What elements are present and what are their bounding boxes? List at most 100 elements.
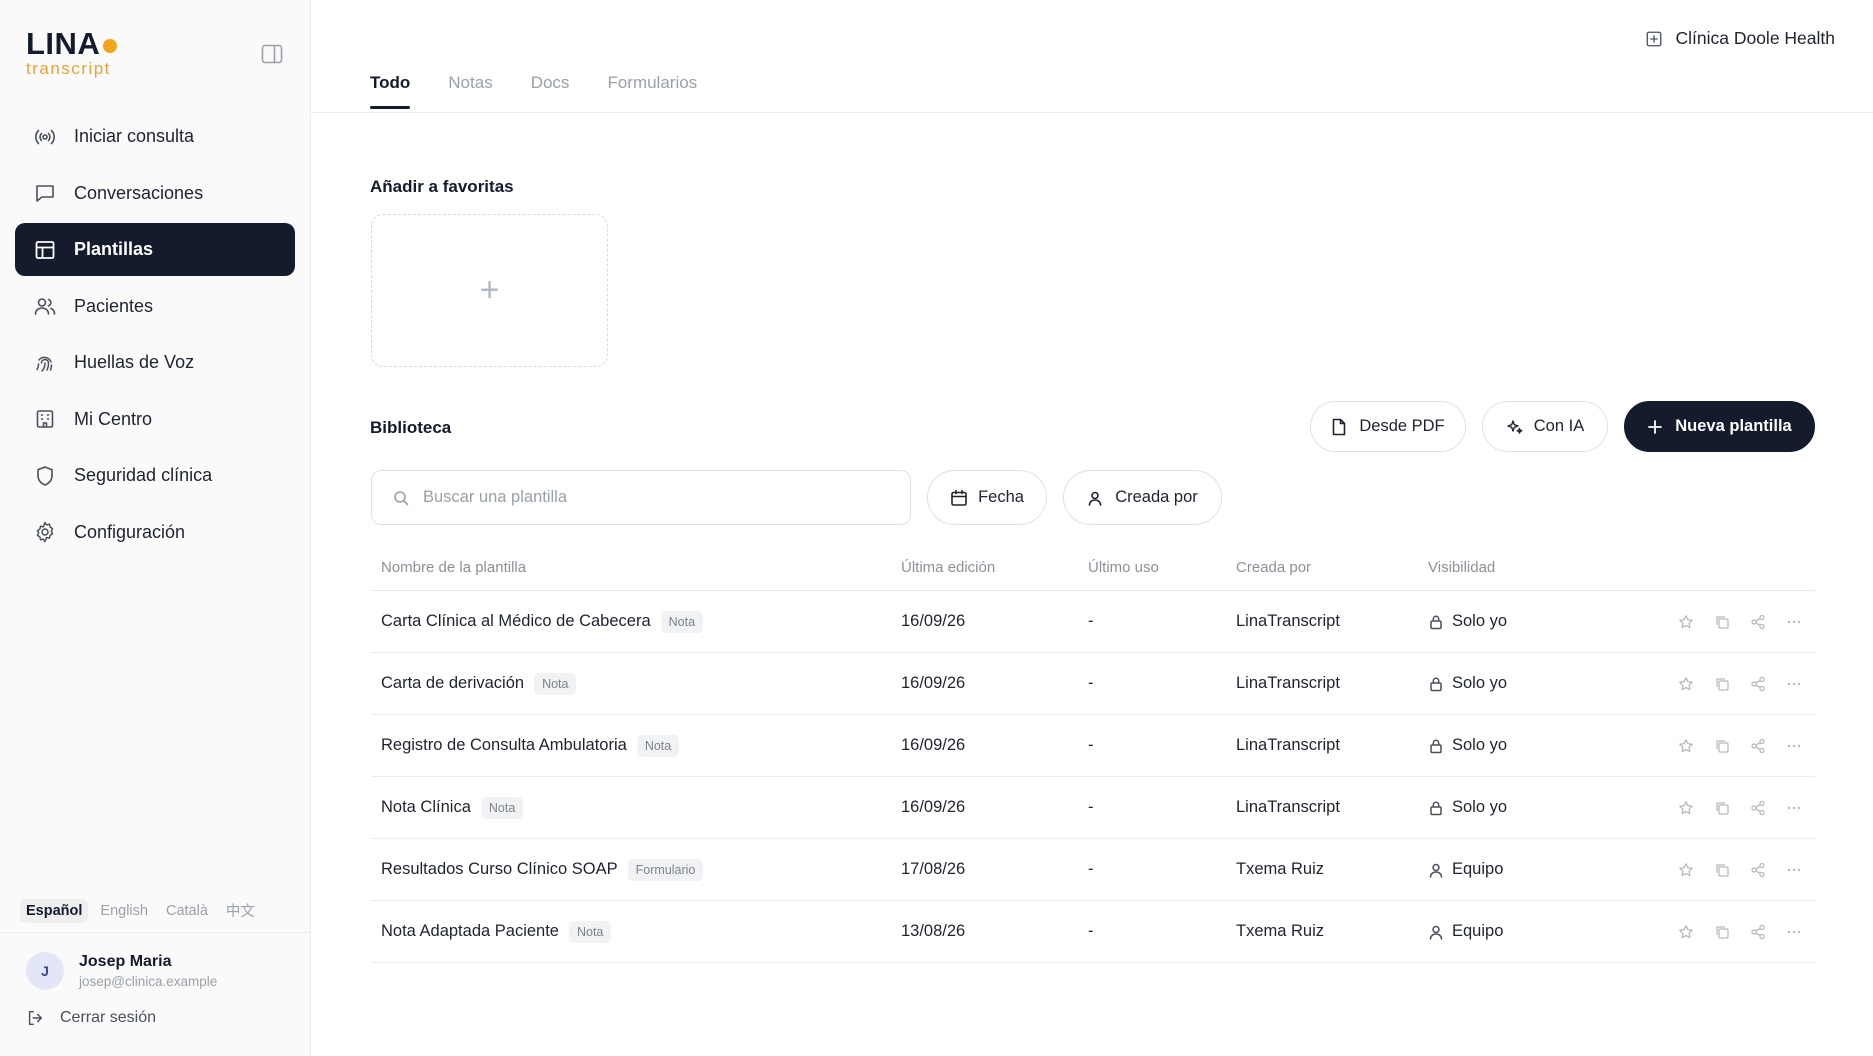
more-icon[interactable] xyxy=(1783,735,1805,757)
copy-icon[interactable] xyxy=(1711,921,1733,943)
file-icon xyxy=(1331,418,1349,436)
with-ai-button[interactable]: Con IA xyxy=(1482,401,1608,452)
column-header-created-by[interactable]: Creada por xyxy=(1236,559,1428,576)
date-filter-button[interactable]: Fecha xyxy=(927,470,1047,525)
copy-icon[interactable] xyxy=(1711,673,1733,695)
sidebar-collapse-icon[interactable] xyxy=(261,44,283,64)
sidebar-item-label: Pacientes xyxy=(74,295,154,316)
visibility-cell: Solo yo xyxy=(1428,674,1628,693)
copy-icon[interactable] xyxy=(1711,735,1733,757)
logout-button[interactable]: Cerrar sesión xyxy=(26,1008,156,1028)
date-filter-label: Fecha xyxy=(978,488,1024,506)
column-header-name[interactable]: Nombre de la plantilla xyxy=(371,559,901,576)
column-header-visibility[interactable]: Visibilidad xyxy=(1428,559,1628,576)
more-icon[interactable] xyxy=(1783,859,1805,881)
template-name: Carta Clínica al Médico de Cabecera xyxy=(381,612,651,630)
share-icon[interactable] xyxy=(1747,921,1769,943)
brand-logo[interactable]: LINA transcript xyxy=(26,28,118,77)
star-icon[interactable] xyxy=(1675,859,1697,881)
sidebar-item-iniciar-consulta[interactable]: Iniciar consulta xyxy=(15,110,295,163)
star-icon[interactable] xyxy=(1675,735,1697,757)
lang-en[interactable]: English xyxy=(94,899,154,923)
copy-icon[interactable] xyxy=(1711,611,1733,633)
type-badge: Nota xyxy=(636,734,680,757)
lang-es[interactable]: Español xyxy=(20,898,89,923)
visibility-label: Solo yo xyxy=(1452,612,1508,630)
tab-docs[interactable]: Docs xyxy=(531,73,570,108)
share-icon[interactable] xyxy=(1747,673,1769,695)
last-edit-cell: 16/09/26 xyxy=(901,736,966,754)
tab-notas[interactable]: Notas xyxy=(448,73,492,108)
table-row[interactable]: Resultados Curso Clínico SOAP Formulario… xyxy=(371,839,1815,901)
star-icon[interactable] xyxy=(1675,611,1697,633)
search-placeholder: Buscar una plantilla xyxy=(423,488,568,506)
table-row[interactable]: Nota Clínica Nota 16/09/26 - LinaTranscr… xyxy=(371,777,1815,839)
template-name-cell[interactable]: Nota Adaptada Paciente Nota xyxy=(371,920,901,943)
template-name-cell[interactable]: Resultados Curso Clínico SOAP Formulario xyxy=(371,858,901,881)
search-icon xyxy=(393,490,409,506)
table-row[interactable]: Carta Clínica al Médico de Cabecera Nota… xyxy=(371,591,1815,653)
logout-icon xyxy=(26,1008,46,1028)
table-row[interactable]: Registro de Consulta Ambulatoria Nota 16… xyxy=(371,715,1815,777)
more-icon[interactable] xyxy=(1783,673,1805,695)
sidebar-item-pacientes[interactable]: Pacientes xyxy=(15,280,295,333)
star-icon[interactable] xyxy=(1675,673,1697,695)
share-icon[interactable] xyxy=(1747,611,1769,633)
last-edit-cell: 16/09/26 xyxy=(901,798,966,816)
chat-icon xyxy=(33,181,57,205)
user-name: Josep Maria xyxy=(79,953,172,970)
copy-icon[interactable] xyxy=(1711,797,1733,819)
share-icon[interactable] xyxy=(1747,797,1769,819)
tab-formularios[interactable]: Formularios xyxy=(607,73,697,108)
sidebar-item-label: Configuración xyxy=(74,521,186,542)
lock-icon xyxy=(1428,614,1444,630)
more-icon[interactable] xyxy=(1783,921,1805,943)
type-badge: Nota xyxy=(660,610,704,633)
more-icon[interactable] xyxy=(1783,611,1805,633)
template-name: Registro de Consulta Ambulatoria xyxy=(381,736,627,754)
user-icon xyxy=(1428,862,1444,878)
new-template-button[interactable]: Nueva plantilla xyxy=(1624,401,1815,452)
sidebar-item-plantillas[interactable]: Plantillas xyxy=(15,223,295,276)
created-by-cell: Txema Ruiz xyxy=(1236,922,1325,940)
sidebar-item-mi-centro[interactable]: Mi Centro xyxy=(15,393,295,446)
template-name-cell[interactable]: Carta Clínica al Médico de Cabecera Nota xyxy=(371,610,901,633)
column-header-last-edit[interactable]: Última edición xyxy=(901,559,1088,576)
table-row[interactable]: Nota Adaptada Paciente Nota 13/08/26 - T… xyxy=(371,901,1815,963)
sidebar-item-label: Iniciar consulta xyxy=(74,126,195,146)
template-name-cell[interactable]: Registro de Consulta Ambulatoria Nota xyxy=(371,734,901,757)
lang-ca[interactable]: Català xyxy=(160,899,214,923)
table-row[interactable]: Carta de derivación Nota 16/09/26 - Lina… xyxy=(371,653,1815,715)
clinic-selector[interactable]: Clínica Doole Health xyxy=(1645,28,1835,49)
tab-todo[interactable]: Todo xyxy=(370,73,411,109)
search-input[interactable]: Buscar una plantilla xyxy=(371,470,911,525)
sidebar-item-seguridad-clinica[interactable]: Seguridad clínica xyxy=(15,449,295,502)
sidebar-item-huellas-de-voz[interactable]: Huellas de Voz xyxy=(15,336,295,389)
table-body: Carta Clínica al Médico de Cabecera Nota… xyxy=(371,591,1815,963)
lock-icon xyxy=(1428,800,1444,816)
fingerprint-icon xyxy=(33,351,57,375)
lang-zh[interactable]: 中文 xyxy=(220,896,261,925)
divider xyxy=(311,112,1873,113)
sidebar-item-conversaciones[interactable]: Conversaciones xyxy=(15,167,295,220)
created-by-filter-button[interactable]: Creada por xyxy=(1063,470,1222,525)
column-header-last-use[interactable]: Último uso xyxy=(1088,559,1236,576)
template-name-cell[interactable]: Carta de derivación Nota xyxy=(371,672,901,695)
copy-icon[interactable] xyxy=(1711,859,1733,881)
template-name-cell[interactable]: Nota Clínica Nota xyxy=(371,796,901,819)
last-edit-cell: 16/09/26 xyxy=(901,612,966,630)
add-favorite-button[interactable]: + xyxy=(371,214,608,367)
share-icon[interactable] xyxy=(1747,859,1769,881)
favorites-title: Añadir a favoritas xyxy=(370,177,514,196)
avatar[interactable]: J xyxy=(26,952,64,990)
star-icon[interactable] xyxy=(1675,797,1697,819)
more-icon[interactable] xyxy=(1783,797,1805,819)
share-icon[interactable] xyxy=(1747,735,1769,757)
star-icon[interactable] xyxy=(1675,921,1697,943)
users-icon xyxy=(33,294,57,318)
sidebar-item-configuracion[interactable]: Configuración xyxy=(15,506,295,559)
visibility-cell: Equipo xyxy=(1428,922,1628,941)
row-actions xyxy=(1628,735,1815,757)
from-pdf-button[interactable]: Desde PDF xyxy=(1310,401,1466,452)
visibility-label: Equipo xyxy=(1452,860,1504,878)
